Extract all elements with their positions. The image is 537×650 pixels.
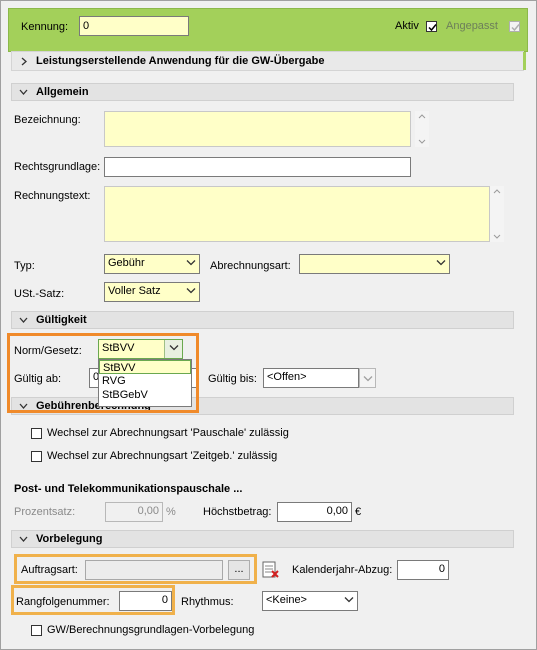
currency-unit: € — [355, 506, 362, 518]
lea-group-header[interactable]: Leistungserstellende Anwendung für die G… — [11, 51, 524, 71]
kalender-input[interactable]: 0 — [397, 560, 449, 580]
rhythmus-label: Rhythmus: — [181, 596, 234, 608]
rechtsgrundlage-label: Rechtsgrundlage: — [14, 161, 101, 173]
chevron-down-icon — [363, 376, 373, 382]
ust-select-value: Voller Satz — [108, 285, 161, 297]
pauschale-checkbox-label: Wechsel zur Abrechnungsart 'Pauschale' z… — [47, 427, 289, 439]
clear-field-icon[interactable] — [260, 559, 280, 579]
hoechstbetrag-input[interactable]: 0,00 — [277, 502, 352, 522]
scroll-up-icon — [493, 189, 501, 194]
gueltig-bis-dropdown-button[interactable] — [359, 368, 376, 388]
ust-label: USt.-Satz: — [14, 288, 65, 300]
zeitgeb-checkbox[interactable] — [31, 451, 42, 462]
rhythmus-value: <Keine> — [266, 594, 307, 606]
chevron-down-icon — [19, 89, 28, 95]
section-allgemein-title: Allgemein — [36, 86, 89, 98]
norm-option[interactable]: StBGebV — [99, 388, 191, 402]
gueltig-bis-label: Gültig bis: — [208, 373, 257, 385]
typ-select-value: Gebühr — [108, 257, 145, 269]
scroll-down-icon — [418, 139, 426, 144]
rechnungstext-scrollbar[interactable] — [490, 186, 504, 242]
chevron-down-icon — [186, 260, 196, 266]
chevron-right-icon — [21, 57, 27, 66]
angepasst-label: Angepasst — [446, 20, 498, 32]
group-accent-bar — [523, 52, 526, 70]
rechnungstext-label: Rechnungstext: — [14, 190, 91, 202]
kalender-label: Kalenderjahr-Abzug: — [292, 564, 393, 576]
scroll-up-icon — [418, 114, 426, 119]
prozentsatz-label: Prozentsatz: — [14, 506, 76, 518]
gueltig-bis-value: <Offen> — [267, 371, 307, 383]
bezeichnung-scrollbar[interactable] — [415, 111, 429, 147]
norm-option[interactable]: RVG — [99, 374, 191, 388]
bezeichnung-label: Bezeichnung: — [14, 114, 81, 126]
angepasst-checkbox — [509, 21, 520, 32]
check-icon — [511, 24, 520, 32]
chevron-down-icon — [436, 260, 446, 266]
lea-group-title: Leistungserstellende Anwendung für die G… — [36, 55, 325, 67]
section-gueltigkeit-title: Gültigkeit — [36, 314, 87, 326]
pauschale-checkbox[interactable] — [31, 428, 42, 439]
chevron-down-icon — [19, 536, 28, 542]
gueltig-bis-select[interactable]: <Offen> — [263, 368, 359, 388]
header-panel: Kennung: 0 Aktiv Angepasst — [8, 8, 528, 52]
section-vorbelegung-title: Vorbelegung — [36, 533, 103, 545]
aktiv-checkbox[interactable] — [426, 21, 437, 32]
highlight-rangfolgenummer — [11, 585, 175, 615]
norm-option[interactable]: StBVV — [99, 360, 191, 374]
rechnungstext-textarea[interactable] — [104, 186, 490, 242]
bezeichnung-textarea[interactable] — [104, 111, 411, 147]
abrechnungsart-label: Abrechnungsart: — [210, 260, 291, 272]
chevron-down-icon — [344, 597, 354, 603]
hoechstbetrag-label: Höchstbetrag: — [203, 506, 272, 518]
typ-select[interactable]: Gebühr — [104, 254, 200, 274]
kennung-label: Kennung: — [21, 21, 69, 33]
dialog-frame: Kennung: 0 Aktiv Angepasst Leistungserst… — [0, 0, 537, 650]
kennung-input[interactable]: 0 — [79, 16, 189, 36]
zeitgeb-checkbox-label: Wechsel zur Abrechnungsart 'Zeitgeb.' zu… — [47, 450, 278, 462]
check-icon — [428, 24, 437, 32]
aktiv-label: Aktiv — [395, 20, 419, 32]
prozentsatz-input: 0,00 — [105, 502, 163, 522]
abrechnungsart-select[interactable] — [299, 254, 450, 274]
section-gueltigkeit[interactable]: Gültigkeit — [11, 311, 514, 329]
rechtsgrundlage-input[interactable] — [104, 157, 411, 177]
norm-dropdown-list[interactable]: StBVV RVG StBGebV — [98, 359, 192, 407]
rhythmus-select[interactable]: <Keine> — [262, 591, 358, 611]
prozent-unit: % — [166, 506, 176, 518]
scroll-down-icon — [493, 234, 501, 239]
chevron-down-icon — [186, 288, 196, 294]
gw-vorbelegung-label: GW/Berechnungsgrundlagen-Vorbelegung — [47, 624, 255, 636]
highlight-auftragsart — [14, 554, 257, 584]
section-vorbelegung[interactable]: Vorbelegung — [11, 530, 514, 548]
typ-label: Typ: — [14, 260, 35, 272]
section-allgemein[interactable]: Allgemein — [11, 83, 514, 101]
post-title: Post- und Telekommunikationspauschale ..… — [14, 483, 243, 495]
ust-select[interactable]: Voller Satz — [104, 282, 200, 302]
gw-vorbelegung-checkbox[interactable] — [31, 625, 42, 636]
chevron-down-icon — [19, 317, 28, 323]
